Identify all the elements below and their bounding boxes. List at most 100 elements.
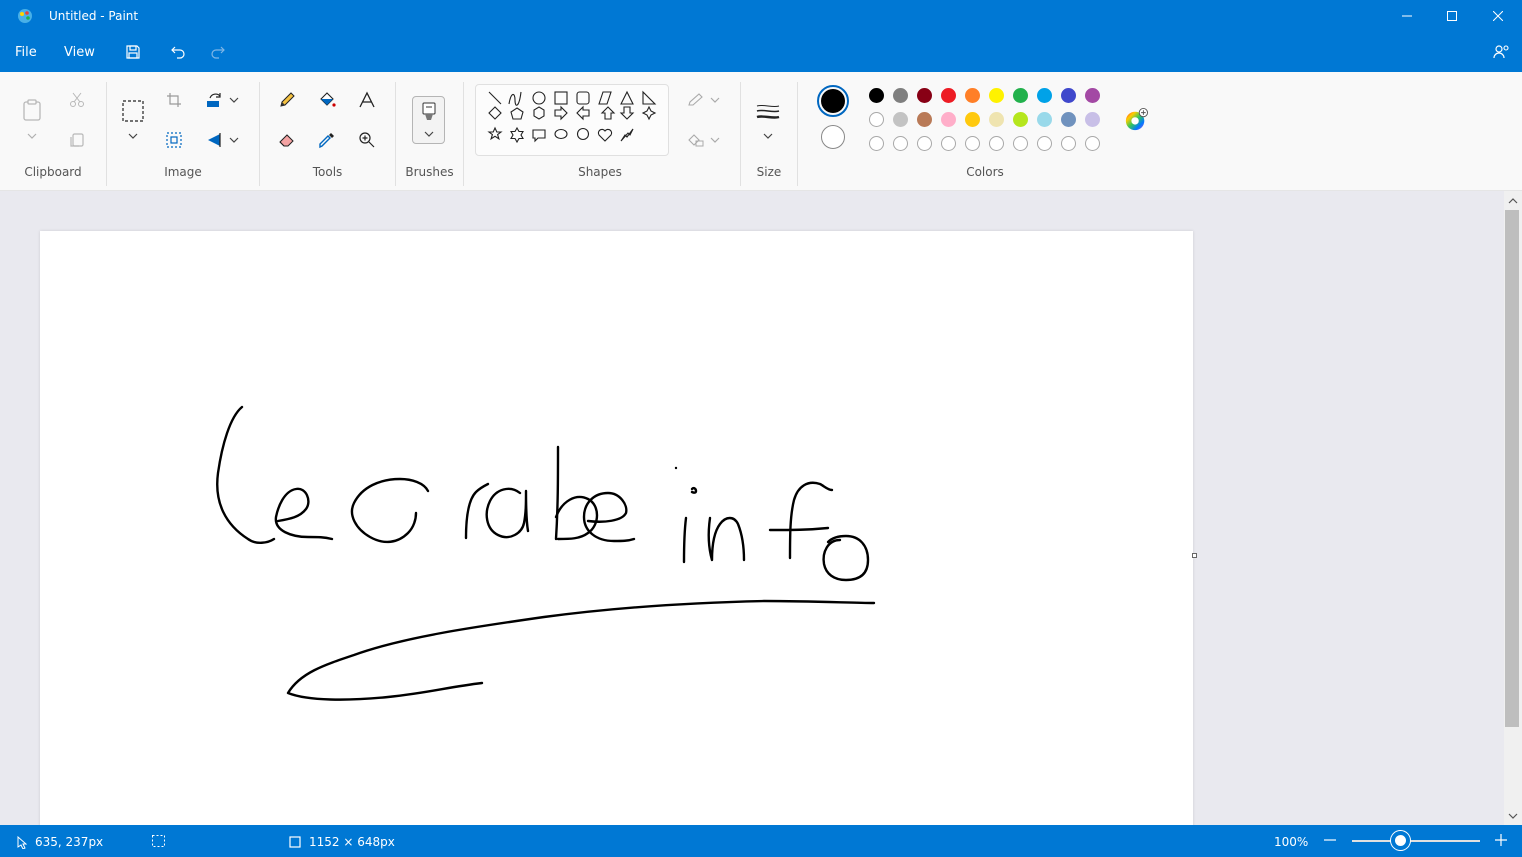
rotate-dropdown[interactable] <box>222 88 246 112</box>
canvas-size-icon <box>289 836 301 848</box>
color-swatch[interactable] <box>893 88 908 103</box>
save-button[interactable] <box>121 41 145 63</box>
size-button[interactable] <box>756 100 780 124</box>
scroll-down-arrow-icon[interactable] <box>1508 811 1518 821</box>
select-dropdown[interactable] <box>121 124 145 148</box>
color-swatch[interactable] <box>1061 88 1076 103</box>
custom-color-slot[interactable] <box>917 136 932 151</box>
shapes-label: Shapes <box>578 165 622 179</box>
save-icon <box>126 45 140 59</box>
account-settings-icon <box>1493 45 1509 59</box>
color-swatch[interactable] <box>869 112 884 127</box>
shapes-gallery <box>475 84 669 156</box>
zoom-out-button[interactable] <box>1324 834 1336 846</box>
file-menu[interactable]: File <box>15 45 37 60</box>
undo-button[interactable] <box>166 41 190 63</box>
color-swatch[interactable] <box>1013 112 1028 127</box>
custom-color-slot[interactable] <box>965 136 980 151</box>
color-swatch[interactable] <box>917 88 932 103</box>
window-title: Untitled - Paint <box>49 9 139 23</box>
maximize-button[interactable] <box>1429 0 1475 32</box>
color-swatch[interactable] <box>869 88 884 103</box>
custom-color-slot[interactable] <box>989 136 1004 151</box>
zoom-slider-track[interactable] <box>1352 840 1480 842</box>
color-picker-tool[interactable] <box>315 128 339 152</box>
paste-icon <box>23 99 41 121</box>
edit-colors-button[interactable] <box>1124 108 1148 132</box>
select-button[interactable] <box>121 99 145 123</box>
canvas-resize-handle[interactable] <box>1192 553 1197 558</box>
chevron-down-icon <box>229 97 239 103</box>
fill-tool[interactable] <box>315 88 339 112</box>
redo-icon <box>211 46 225 59</box>
cut-button[interactable] <box>65 88 89 112</box>
brushes-label: Brushes <box>405 165 454 179</box>
eraser-tool[interactable] <box>275 128 299 152</box>
clipboard-group: Clipboard <box>0 72 106 191</box>
paint-window: Untitled - Paint File View Clipboard Ima… <box>0 0 1522 857</box>
cursor-position: 635, 237px <box>17 835 103 849</box>
resize-button[interactable] <box>162 128 186 152</box>
image-group: Image <box>107 72 259 191</box>
paint-app-icon <box>18 9 32 23</box>
flip-dropdown[interactable] <box>222 128 246 152</box>
brushes-button[interactable] <box>412 96 445 144</box>
redo-button[interactable] <box>206 41 230 63</box>
copy-button[interactable] <box>65 128 89 152</box>
zoom-in-icon <box>359 132 375 148</box>
pencil-icon <box>280 92 295 107</box>
drawing-canvas[interactable] <box>40 231 1193 831</box>
color-swatch[interactable] <box>1085 112 1100 127</box>
title-bar: Untitled - Paint <box>0 0 1522 33</box>
color-swatch[interactable] <box>1037 88 1052 103</box>
outline-dropdown[interactable] <box>703 88 727 112</box>
color-swatch[interactable] <box>989 112 1004 127</box>
primary-color-button[interactable] <box>817 85 849 117</box>
color-swatch[interactable] <box>989 88 1004 103</box>
scrollbar-thumb[interactable] <box>1505 210 1519 727</box>
scroll-up-arrow-icon[interactable] <box>1508 196 1518 206</box>
color-swatch[interactable] <box>941 88 956 103</box>
custom-color-slot[interactable] <box>1085 136 1100 151</box>
fill-dropdown[interactable] <box>703 128 727 152</box>
chevron-down-icon <box>128 133 138 139</box>
account-button[interactable] <box>1489 41 1513 63</box>
primary-color-swatch <box>821 89 845 113</box>
chevron-down-icon <box>229 137 239 143</box>
color-swatch[interactable] <box>1061 112 1076 127</box>
zoom-level[interactable]: 100% <box>1274 835 1308 849</box>
secondary-color-button[interactable] <box>821 125 845 149</box>
custom-color-slot[interactable] <box>1013 136 1028 151</box>
color-swatch[interactable] <box>941 112 956 127</box>
pencil-tool[interactable] <box>275 88 299 112</box>
paste-button[interactable] <box>20 98 44 122</box>
zoom-in-button[interactable] <box>1495 834 1507 846</box>
zoom-slider-thumb[interactable] <box>1391 831 1410 850</box>
tools-group: Tools <box>260 72 395 191</box>
custom-color-slot[interactable] <box>893 136 908 151</box>
custom-color-slot[interactable] <box>869 136 884 151</box>
custom-color-slot[interactable] <box>1037 136 1052 151</box>
color-swatch[interactable] <box>917 112 932 127</box>
color-swatch[interactable] <box>965 112 980 127</box>
view-menu[interactable]: View <box>64 45 95 60</box>
color-swatch[interactable] <box>1013 88 1028 103</box>
text-tool[interactable] <box>355 88 379 112</box>
color-swatch[interactable] <box>893 112 908 127</box>
custom-color-slot[interactable] <box>1061 136 1076 151</box>
magnifier-tool[interactable] <box>355 128 379 152</box>
line-width-icon <box>756 104 780 119</box>
paste-dropdown[interactable] <box>20 124 44 148</box>
size-dropdown[interactable] <box>756 124 780 148</box>
color-swatch[interactable] <box>1037 112 1052 127</box>
close-button[interactable] <box>1475 0 1521 32</box>
canvas-size: 1152 × 648px <box>289 835 395 849</box>
custom-color-slot[interactable] <box>941 136 956 151</box>
canvas-size-text: 1152 × 648px <box>309 835 395 849</box>
color-swatch[interactable] <box>1085 88 1100 103</box>
minimize-button[interactable] <box>1384 0 1430 32</box>
vertical-scrollbar[interactable] <box>1504 191 1522 825</box>
color-swatch[interactable] <box>965 88 980 103</box>
chevron-down-icon <box>424 131 434 137</box>
crop-button[interactable] <box>162 88 186 112</box>
